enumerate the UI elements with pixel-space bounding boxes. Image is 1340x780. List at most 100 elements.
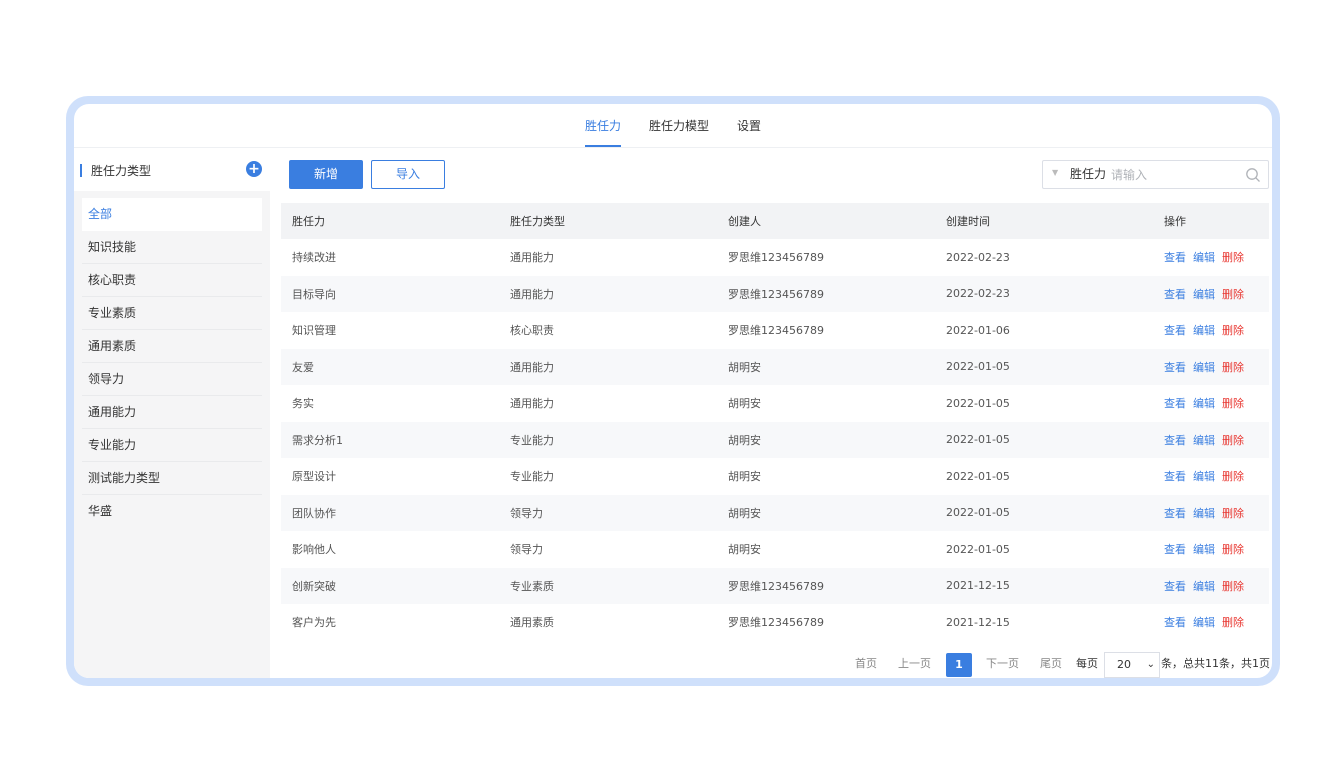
table-row: 影响他人 领导力 胡明安 2022-01-05 查看 编辑 删除 (281, 531, 1269, 568)
cell-actions: 查看 编辑 删除 (1153, 494, 1269, 531)
delete-link[interactable]: 删除 (1222, 580, 1244, 593)
sidebar-item-huasheng[interactable]: 华盛 (82, 495, 262, 528)
edit-link[interactable]: 编辑 (1193, 251, 1215, 264)
cell-created-time: 2022-01-05 (946, 542, 1010, 556)
delete-link[interactable]: 删除 (1222, 288, 1244, 301)
column-header-created-time: 创建时间 (935, 203, 1153, 239)
cell-type: 领导力 (510, 543, 543, 557)
tab-competency[interactable]: 胜任力 (571, 104, 635, 147)
sidebar-item-general-ability[interactable]: 通用能力 (82, 396, 262, 429)
cell-creator: 胡明安 (728, 543, 761, 557)
cell-actions: 查看 编辑 删除 (1153, 458, 1269, 495)
view-link[interactable]: 查看 (1164, 470, 1186, 483)
view-link[interactable]: 查看 (1164, 580, 1186, 593)
column-header-type: 胜任力类型 (499, 203, 717, 239)
cell-type: 专业素质 (499, 567, 717, 604)
tab-settings[interactable]: 设置 (723, 104, 775, 147)
cell-creator: 罗思维123456789 (728, 324, 824, 338)
view-link[interactable]: 查看 (1164, 616, 1186, 629)
page-size-select[interactable]: 20 ⌄ (1104, 652, 1160, 678)
cell-creator: 胡明安 (728, 470, 761, 484)
sidebar-item-general-quality[interactable]: 通用素质 (82, 330, 262, 363)
edit-link[interactable]: 编辑 (1193, 361, 1215, 374)
view-link[interactable]: 查看 (1164, 434, 1186, 447)
app-frame: 胜任力 胜任力模型 设置 胜任力类型 + 全部 知识技能 核心职责 专业素质 通… (66, 96, 1280, 686)
cell-competency: 务实 (292, 397, 314, 411)
cell-created-time: 2022-01-06 (946, 323, 1010, 337)
edit-link[interactable]: 编辑 (1193, 288, 1215, 301)
view-link[interactable]: 查看 (1164, 251, 1186, 264)
last-page-link[interactable]: 尾页 (1040, 652, 1062, 676)
search-field-label[interactable]: 胜任力 (1070, 161, 1106, 188)
sidebar-header-accent (80, 163, 82, 177)
edit-link[interactable]: 编辑 (1193, 324, 1215, 337)
sidebar: 胜任力类型 + 全部 知识技能 核心职责 专业素质 通用素质 领导力 通用能力 … (74, 149, 270, 678)
edit-link[interactable]: 编辑 (1193, 580, 1215, 593)
edit-link[interactable]: 编辑 (1193, 507, 1215, 520)
next-page-link[interactable]: 下一页 (986, 652, 1019, 676)
column-header-competency: 胜任力 (281, 203, 499, 239)
edit-link[interactable]: 编辑 (1193, 616, 1215, 629)
cell-created-time: 2021-12-15 (946, 615, 1010, 629)
view-link[interactable]: 查看 (1164, 324, 1186, 337)
sidebar-item-professional-quality[interactable]: 专业素质 (82, 297, 262, 330)
first-page-link[interactable]: 首页 (855, 652, 877, 676)
sidebar-item-leadership[interactable]: 领导力 (82, 363, 262, 396)
view-link[interactable]: 查看 (1164, 543, 1186, 556)
view-link[interactable]: 查看 (1164, 507, 1186, 520)
delete-link[interactable]: 删除 (1222, 361, 1244, 374)
edit-link[interactable]: 编辑 (1193, 470, 1215, 483)
table-row: 知识管理 核心职责 罗思维123456789 2022-01-06 查看 编辑 删除 (281, 312, 1269, 349)
cell-type: 通用能力 (510, 397, 554, 411)
delete-link[interactable]: 删除 (1222, 507, 1244, 520)
cell-actions: 查看 编辑 删除 (1153, 275, 1269, 312)
table-body: 持续改进 通用能力 罗思维123456789 2022-02-23 查看 编辑 删除 目标导向… (281, 239, 1269, 641)
delete-link[interactable]: 删除 (1222, 616, 1244, 629)
view-link[interactable]: 查看 (1164, 288, 1186, 301)
cell-competency: 友爱 (281, 348, 499, 385)
column-header-creator: 创建人 (717, 203, 935, 239)
tab-competency-model[interactable]: 胜任力模型 (635, 104, 723, 147)
delete-link[interactable]: 删除 (1222, 251, 1244, 264)
cell-creator: 罗思维123456789 (717, 567, 935, 604)
current-page-button[interactable]: 1 (946, 653, 972, 677)
chevron-down-icon: ⌄ (1146, 659, 1155, 670)
sidebar-list: 全部 知识技能 核心职责 专业素质 通用素质 领导力 通用能力 专业能力 测试能… (74, 191, 270, 528)
edit-link[interactable]: 编辑 (1193, 397, 1215, 410)
cell-actions: 查看 编辑 删除 (1153, 531, 1269, 568)
table-row: 创新突破 专业素质 罗思维123456789 2021-12-15 查看 编辑 删除 (281, 567, 1269, 604)
page-size-value: 20 (1117, 658, 1131, 671)
search-icon[interactable] (1245, 167, 1261, 183)
cell-created-time: 2022-01-05 (935, 494, 1153, 531)
sidebar-item-professional-ability[interactable]: 专业能力 (82, 429, 262, 462)
main-content: 新增 导入 ▼ 胜任力 胜任力 胜任力类型 创建人 创建时间 (270, 149, 1272, 678)
delete-link[interactable]: 删除 (1222, 543, 1244, 556)
delete-link[interactable]: 删除 (1222, 434, 1244, 447)
sidebar-header: 胜任力类型 + (74, 149, 270, 191)
sidebar-item-core-duties[interactable]: 核心职责 (82, 264, 262, 297)
sidebar-item-test-ability-type[interactable]: 测试能力类型 (82, 462, 262, 495)
cell-competency: 持续改进 (292, 251, 336, 265)
cell-competency: 知识管理 (292, 324, 336, 338)
delete-link[interactable]: 删除 (1222, 324, 1244, 337)
import-button[interactable]: 导入 (371, 160, 445, 189)
edit-link[interactable]: 编辑 (1193, 543, 1215, 556)
delete-link[interactable]: 删除 (1222, 470, 1244, 483)
edit-link[interactable]: 编辑 (1193, 434, 1215, 447)
add-button[interactable]: 新增 (289, 160, 363, 189)
per-page-label: 每页 (1076, 657, 1098, 670)
sidebar-item-knowledge-skills[interactable]: 知识技能 (82, 231, 262, 264)
view-link[interactable]: 查看 (1164, 361, 1186, 374)
table-row: 目标导向 通用能力 罗思维123456789 2022-02-23 查看 编辑 删除 (281, 275, 1269, 312)
prev-page-link[interactable]: 上一页 (898, 652, 931, 676)
delete-link[interactable]: 删除 (1222, 397, 1244, 410)
cell-creator: 胡明安 (717, 348, 935, 385)
plus-circle-icon[interactable]: + (246, 161, 262, 177)
table-header-row: 胜任力 胜任力类型 创建人 创建时间 操作 (281, 203, 1269, 239)
top-tabs: 胜任力 胜任力模型 设置 (74, 104, 1272, 148)
sidebar-item-all[interactable]: 全部 (82, 198, 262, 231)
field-dropdown-icon[interactable]: ▼ (1052, 168, 1058, 177)
view-link[interactable]: 查看 (1164, 397, 1186, 410)
search-input[interactable] (1111, 165, 1231, 184)
cell-competency: 原型设计 (292, 470, 336, 484)
